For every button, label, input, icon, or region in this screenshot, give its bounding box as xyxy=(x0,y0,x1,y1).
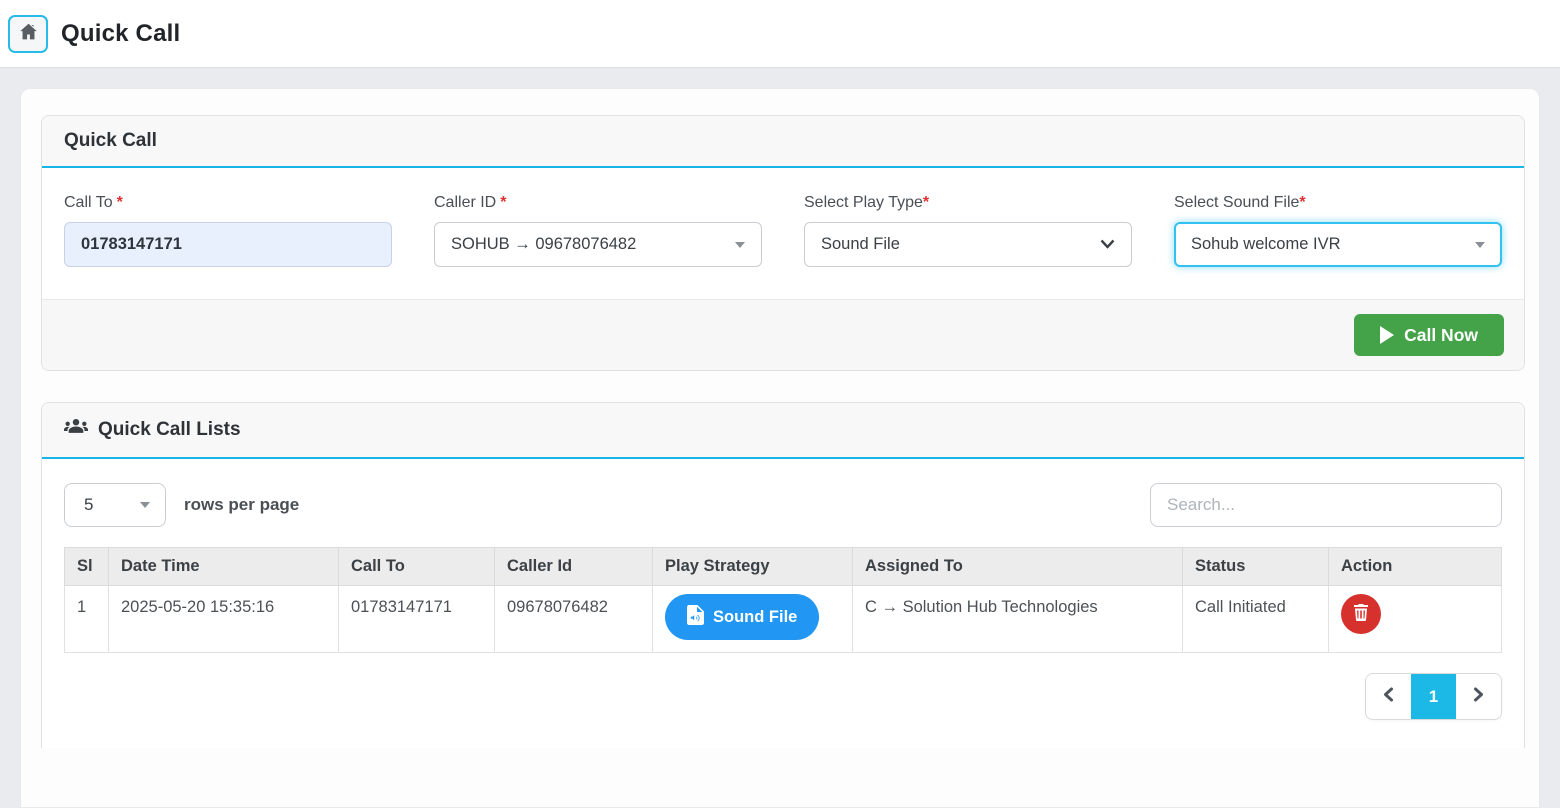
content-panel: Quick Call Call To* Caller ID* SOHUB → 0… xyxy=(20,88,1540,808)
caller-id-label: Caller ID xyxy=(434,194,496,211)
cell-sl: 1 xyxy=(65,586,109,653)
col-header-assigned-to: Assigned To xyxy=(853,548,1183,586)
col-header-date-time: Date Time xyxy=(109,548,339,586)
cell-status: Call Initiated xyxy=(1183,586,1329,653)
chevron-down-icon xyxy=(1100,235,1115,254)
delete-button[interactable] xyxy=(1341,594,1381,634)
col-header-play-strategy: Play Strategy xyxy=(653,548,853,586)
cell-play-strategy: Sound File xyxy=(653,586,853,653)
quick-call-table: Sl Date Time Call To Caller Id Play Stra… xyxy=(64,547,1502,653)
home-button[interactable] xyxy=(8,15,48,53)
cell-action xyxy=(1329,586,1502,653)
pagination-page-1-button[interactable]: 1 xyxy=(1411,674,1456,719)
rows-per-page-value: 5 xyxy=(84,495,93,515)
cell-assigned-to: C → Solution Hub Technologies xyxy=(853,586,1183,653)
pagination-next-button[interactable] xyxy=(1456,674,1501,719)
caller-id-selected-value: SOHUB → 09678076482 xyxy=(451,235,636,254)
sound-file-field-group: Select Sound File* Sohub welcome IVR xyxy=(1174,194,1502,267)
pagination: 1 xyxy=(64,673,1502,720)
sound-file-required-star: * xyxy=(1299,194,1305,211)
page-title: Quick Call xyxy=(61,20,180,48)
rows-per-page-select[interactable]: 5 xyxy=(64,483,166,527)
play-icon xyxy=(1380,326,1394,344)
caller-id-required-star: * xyxy=(500,194,506,211)
table-row: 1 2025-05-20 15:35:16 01783147171 096780… xyxy=(65,586,1502,653)
caller-id-field-group: Caller ID* SOHUB → 09678076482 xyxy=(434,194,762,267)
sound-file-select[interactable]: Sohub welcome IVR xyxy=(1174,222,1502,267)
page-background: Quick Call Call To* Caller ID* SOHUB → 0… xyxy=(0,68,1560,808)
col-header-call-to: Call To xyxy=(339,548,495,586)
sound-file-label: Select Sound File xyxy=(1174,194,1299,211)
call-now-button[interactable]: Call Now xyxy=(1354,314,1504,356)
play-type-label: Select Play Type xyxy=(804,194,923,211)
quick-call-form: Call To* Caller ID* SOHUB → 09678076482 xyxy=(42,168,1524,299)
chevron-left-icon xyxy=(1382,687,1395,707)
pagination-prev-button[interactable] xyxy=(1366,674,1411,719)
col-header-caller-id: Caller Id xyxy=(495,548,653,586)
file-audio-icon xyxy=(687,605,704,630)
quick-call-card-header: Quick Call xyxy=(42,116,1524,168)
caret-down-icon xyxy=(1475,242,1485,248)
chevron-right-icon xyxy=(1472,687,1485,707)
call-to-input[interactable] xyxy=(64,222,392,267)
quick-call-lists-body: 5 rows per page Sl Date Time xyxy=(42,459,1524,748)
sound-file-badge-button[interactable]: Sound File xyxy=(665,594,819,640)
home-icon xyxy=(18,21,39,47)
play-type-required-star: * xyxy=(923,194,929,211)
caret-down-icon xyxy=(735,242,745,248)
cell-date-time: 2025-05-20 15:35:16 xyxy=(109,586,339,653)
play-type-selected-value: Sound File xyxy=(821,235,900,254)
caret-down-icon xyxy=(140,502,150,508)
call-to-required-star: * xyxy=(117,194,123,211)
table-toolbar: 5 rows per page xyxy=(64,483,1502,527)
play-type-field-group: Select Play Type* Sound File xyxy=(804,194,1132,267)
trash-icon xyxy=(1353,604,1369,624)
quick-call-lists-card: Quick Call Lists 5 rows per page xyxy=(41,402,1525,748)
sound-file-badge-label: Sound File xyxy=(713,608,797,627)
users-icon xyxy=(64,417,88,443)
quick-call-card-title: Quick Call xyxy=(64,130,157,152)
rows-per-page-label: rows per page xyxy=(184,495,299,515)
col-header-status: Status xyxy=(1183,548,1329,586)
top-bar: Quick Call xyxy=(0,0,1560,68)
search-input[interactable] xyxy=(1150,483,1502,527)
call-now-label: Call Now xyxy=(1404,325,1478,346)
col-header-action: Action xyxy=(1329,548,1502,586)
play-type-select[interactable]: Sound File xyxy=(804,222,1132,267)
quick-call-lists-header: Quick Call Lists xyxy=(42,403,1524,459)
call-to-field-group: Call To* xyxy=(64,194,392,267)
quick-call-card: Quick Call Call To* Caller ID* SOHUB → 0… xyxy=(41,115,1525,371)
caller-id-select[interactable]: SOHUB → 09678076482 xyxy=(434,222,762,267)
col-header-sl: Sl xyxy=(65,548,109,586)
cell-call-to: 01783147171 xyxy=(339,586,495,653)
call-to-label: Call To xyxy=(64,194,113,211)
table-header-row: Sl Date Time Call To Caller Id Play Stra… xyxy=(65,548,1502,586)
cell-caller-id: 09678076482 xyxy=(495,586,653,653)
pagination-group: 1 xyxy=(1365,673,1502,720)
quick-call-card-footer: Call Now xyxy=(42,299,1524,370)
sound-file-selected-value: Sohub welcome IVR xyxy=(1191,235,1341,254)
quick-call-lists-title: Quick Call Lists xyxy=(98,419,241,441)
